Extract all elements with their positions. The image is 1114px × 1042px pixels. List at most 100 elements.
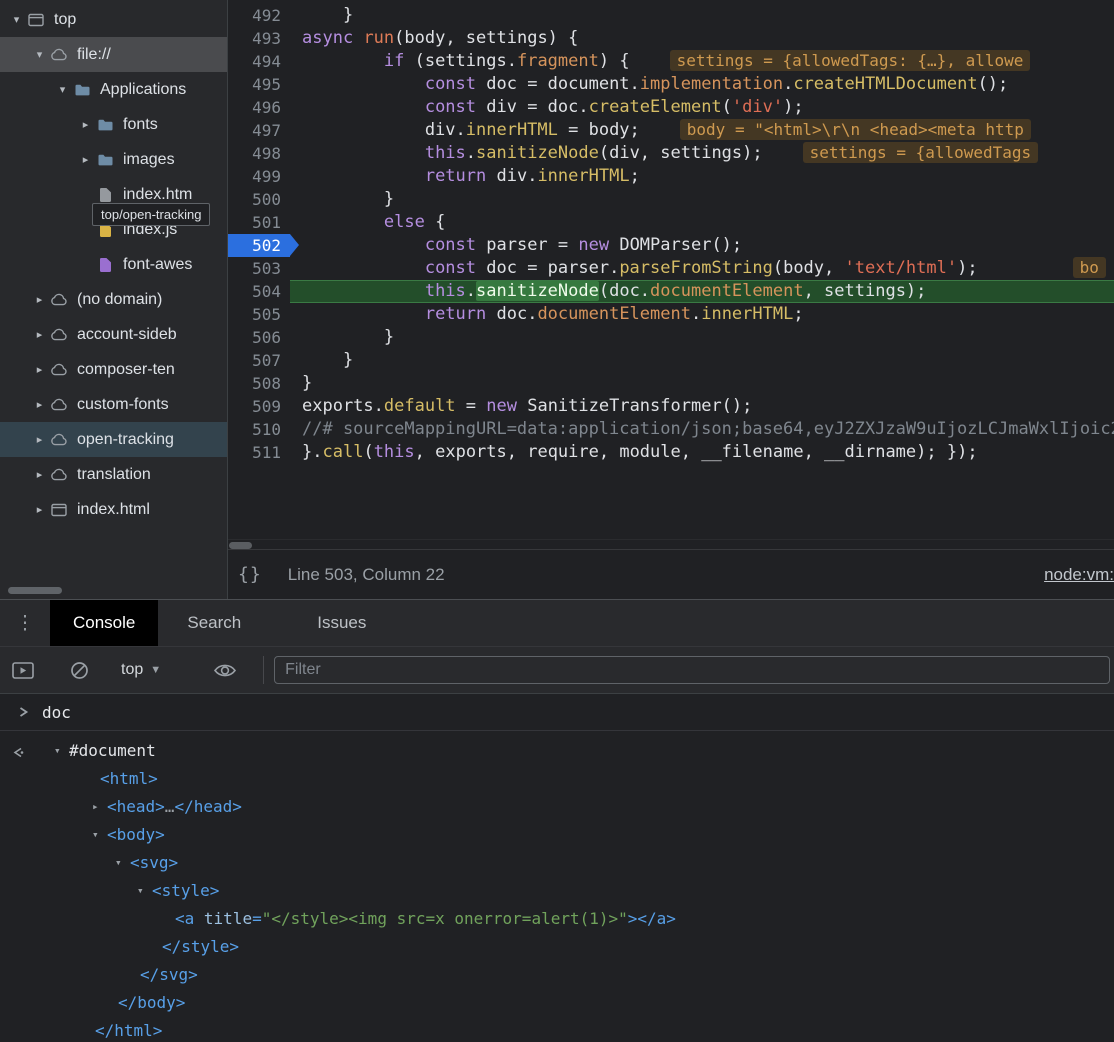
line-number-496[interactable]: 496 (228, 96, 290, 119)
code-line-text[interactable]: } (290, 326, 1114, 349)
code-line-text[interactable]: } (290, 349, 1114, 372)
sidebar-item-font-awes[interactable]: font-awes (0, 247, 227, 282)
code-line-text[interactable]: const div = doc.createElement('div'); (290, 96, 1114, 119)
sidebar-item-applications[interactable]: ▾Applications (0, 72, 227, 107)
sidebar-item-images[interactable]: ▸images (0, 142, 227, 177)
sidebar-item-top[interactable]: ▾top (0, 2, 227, 37)
code-line-text[interactable]: div.innerHTML = body;body = "<html>\r\n … (290, 119, 1114, 142)
code-line-text[interactable]: this.sanitizeNode(div, settings);setting… (290, 142, 1114, 165)
editor-hscrollbar[interactable] (228, 539, 1114, 549)
code-token: run (363, 28, 394, 48)
cloud-icon (48, 48, 70, 61)
chevron-down-icon[interactable]: ▾ (115, 849, 130, 877)
code-line-text[interactable]: if (settings.fragment) {settings = {allo… (290, 50, 1114, 73)
tab-search[interactable]: Search (164, 600, 264, 646)
dom-node-style[interactable]: ▾<style> (0, 877, 1114, 905)
code-line-text[interactable]: return doc.documentElement.innerHTML; (290, 303, 1114, 326)
sidebar-item-custom-fonts[interactable]: ▸custom-fonts (0, 387, 227, 422)
dom-node-html[interactable]: <html> (0, 765, 1114, 793)
clear-console-icon[interactable] (70, 661, 89, 680)
chevron-down-icon[interactable]: ▾ (8, 13, 25, 26)
tab-issues[interactable]: Issues (294, 600, 389, 646)
code-line-text[interactable]: const parser = new DOMParser(); (290, 234, 1114, 257)
line-number-495[interactable]: 495 (228, 73, 290, 96)
chevron-down-icon[interactable]: ▾ (54, 83, 71, 96)
line-number-510[interactable]: 510 (228, 418, 290, 441)
code-line-text[interactable]: const doc = document.implementation.crea… (290, 73, 1114, 96)
dom-token: </style> (162, 933, 239, 961)
dom-node-svg[interactable]: </svg> (0, 961, 1114, 989)
code-line-text[interactable]: } (290, 188, 1114, 211)
line-number-511[interactable]: 511 (228, 441, 290, 464)
line-number-492[interactable]: 492 (228, 4, 290, 27)
line-number-497[interactable]: 497 (228, 119, 290, 142)
pretty-print-icon[interactable]: {} (238, 564, 262, 585)
code-line-text[interactable]: this.sanitizeNode(doc.documentElement, s… (290, 280, 1114, 303)
editor-hscrollbar-thumb[interactable] (229, 542, 252, 549)
context-selector[interactable]: top ▼ (121, 661, 161, 679)
chevron-down-icon[interactable]: ▾ (137, 877, 152, 905)
chevron-right-icon[interactable]: ▸ (77, 118, 94, 131)
chevron-right-icon[interactable]: ▸ (31, 363, 48, 376)
dom-node-a[interactable]: <a title="</style><img src=x onerror=ale… (0, 905, 1114, 933)
dom-node-document[interactable]: ▾#document (0, 737, 1114, 765)
drawer-menu-icon[interactable]: ⋮ (0, 600, 50, 646)
chevron-down-icon: ▼ (150, 664, 161, 676)
chevron-right-icon[interactable]: ▸ (31, 433, 48, 446)
code-line-text[interactable]: const doc = parser.parseFromString(body,… (290, 257, 1114, 280)
sidebar-item-index-html[interactable]: ▸index.html (0, 492, 227, 527)
source-mapped-link[interactable]: node:vm: (1044, 565, 1114, 585)
chevron-down-icon[interactable]: ▾ (54, 737, 69, 765)
chevron-right-icon[interactable]: ▸ (31, 328, 48, 341)
sidebar-hscrollbar[interactable] (8, 587, 62, 594)
line-number-503[interactable]: 503 (228, 257, 290, 280)
line-number-499[interactable]: 499 (228, 165, 290, 188)
code-line-text[interactable]: //# sourceMappingURL=data:application/js… (290, 418, 1114, 441)
dom-node-style[interactable]: </style> (0, 933, 1114, 961)
chevron-down-icon[interactable]: ▾ (31, 48, 48, 61)
line-number-509[interactable]: 509 (228, 395, 290, 418)
code-line-text[interactable]: } (290, 4, 1114, 27)
line-number-493[interactable]: 493 (228, 27, 290, 50)
line-number-506[interactable]: 506 (228, 326, 290, 349)
tab-console[interactable]: Console (50, 600, 158, 646)
sidebar-item-no-domain[interactable]: ▸(no domain) (0, 282, 227, 317)
code-line-text[interactable]: else { (290, 211, 1114, 234)
code-line-text[interactable]: } (290, 372, 1114, 395)
chevron-right-icon[interactable]: ▸ (31, 503, 48, 516)
show-console-sidebar-icon[interactable] (12, 662, 34, 679)
code-line-text[interactable]: exports.default = new SanitizeTransforme… (290, 395, 1114, 418)
code-line-text[interactable]: }.call(this, exports, require, module, _… (290, 441, 1114, 464)
sidebar-item-account-sideb[interactable]: ▸account-sideb (0, 317, 227, 352)
dom-node-svg[interactable]: ▾<svg> (0, 849, 1114, 877)
sidebar-item-translation[interactable]: ▸translation (0, 457, 227, 492)
sidebar-item-fonts[interactable]: ▸fonts (0, 107, 227, 142)
chevron-down-icon[interactable]: ▾ (92, 821, 107, 849)
dom-node-html[interactable]: </html> (0, 1017, 1114, 1042)
code-line-text[interactable]: async run(body, settings) { (290, 27, 1114, 50)
dom-node-body[interactable]: </body> (0, 989, 1114, 1017)
filter-input[interactable] (274, 656, 1110, 684)
sidebar-item-composer-ten[interactable]: ▸composer-ten (0, 352, 227, 387)
console-input-row[interactable]: doc (0, 694, 1114, 731)
chevron-right-icon[interactable]: ▸ (77, 153, 94, 166)
chevron-right-icon[interactable]: ▸ (31, 398, 48, 411)
line-number-507[interactable]: 507 (228, 349, 290, 372)
code-line-text[interactable]: return div.innerHTML; (290, 165, 1114, 188)
chevron-right-icon[interactable]: ▸ (31, 293, 48, 306)
line-number-508[interactable]: 508 (228, 372, 290, 395)
line-number-501[interactable]: 501 (228, 211, 290, 234)
line-number-502[interactable]: 502 (228, 234, 290, 257)
sidebar-item-file[interactable]: ▾file:// (0, 37, 227, 72)
line-number-494[interactable]: 494 (228, 50, 290, 73)
chevron-right-icon[interactable]: ▸ (92, 793, 107, 821)
sidebar-item-open-tracking[interactable]: ▸open-tracking (0, 422, 227, 457)
line-number-504[interactable]: 504 (228, 280, 290, 303)
dom-node-body[interactable]: ▾<body> (0, 821, 1114, 849)
dom-node-head[interactable]: ▸<head>…</head> (0, 793, 1114, 821)
line-number-498[interactable]: 498 (228, 142, 290, 165)
line-number-505[interactable]: 505 (228, 303, 290, 326)
live-expression-eye-icon[interactable] (213, 662, 237, 679)
line-number-500[interactable]: 500 (228, 188, 290, 211)
chevron-right-icon[interactable]: ▸ (31, 468, 48, 481)
